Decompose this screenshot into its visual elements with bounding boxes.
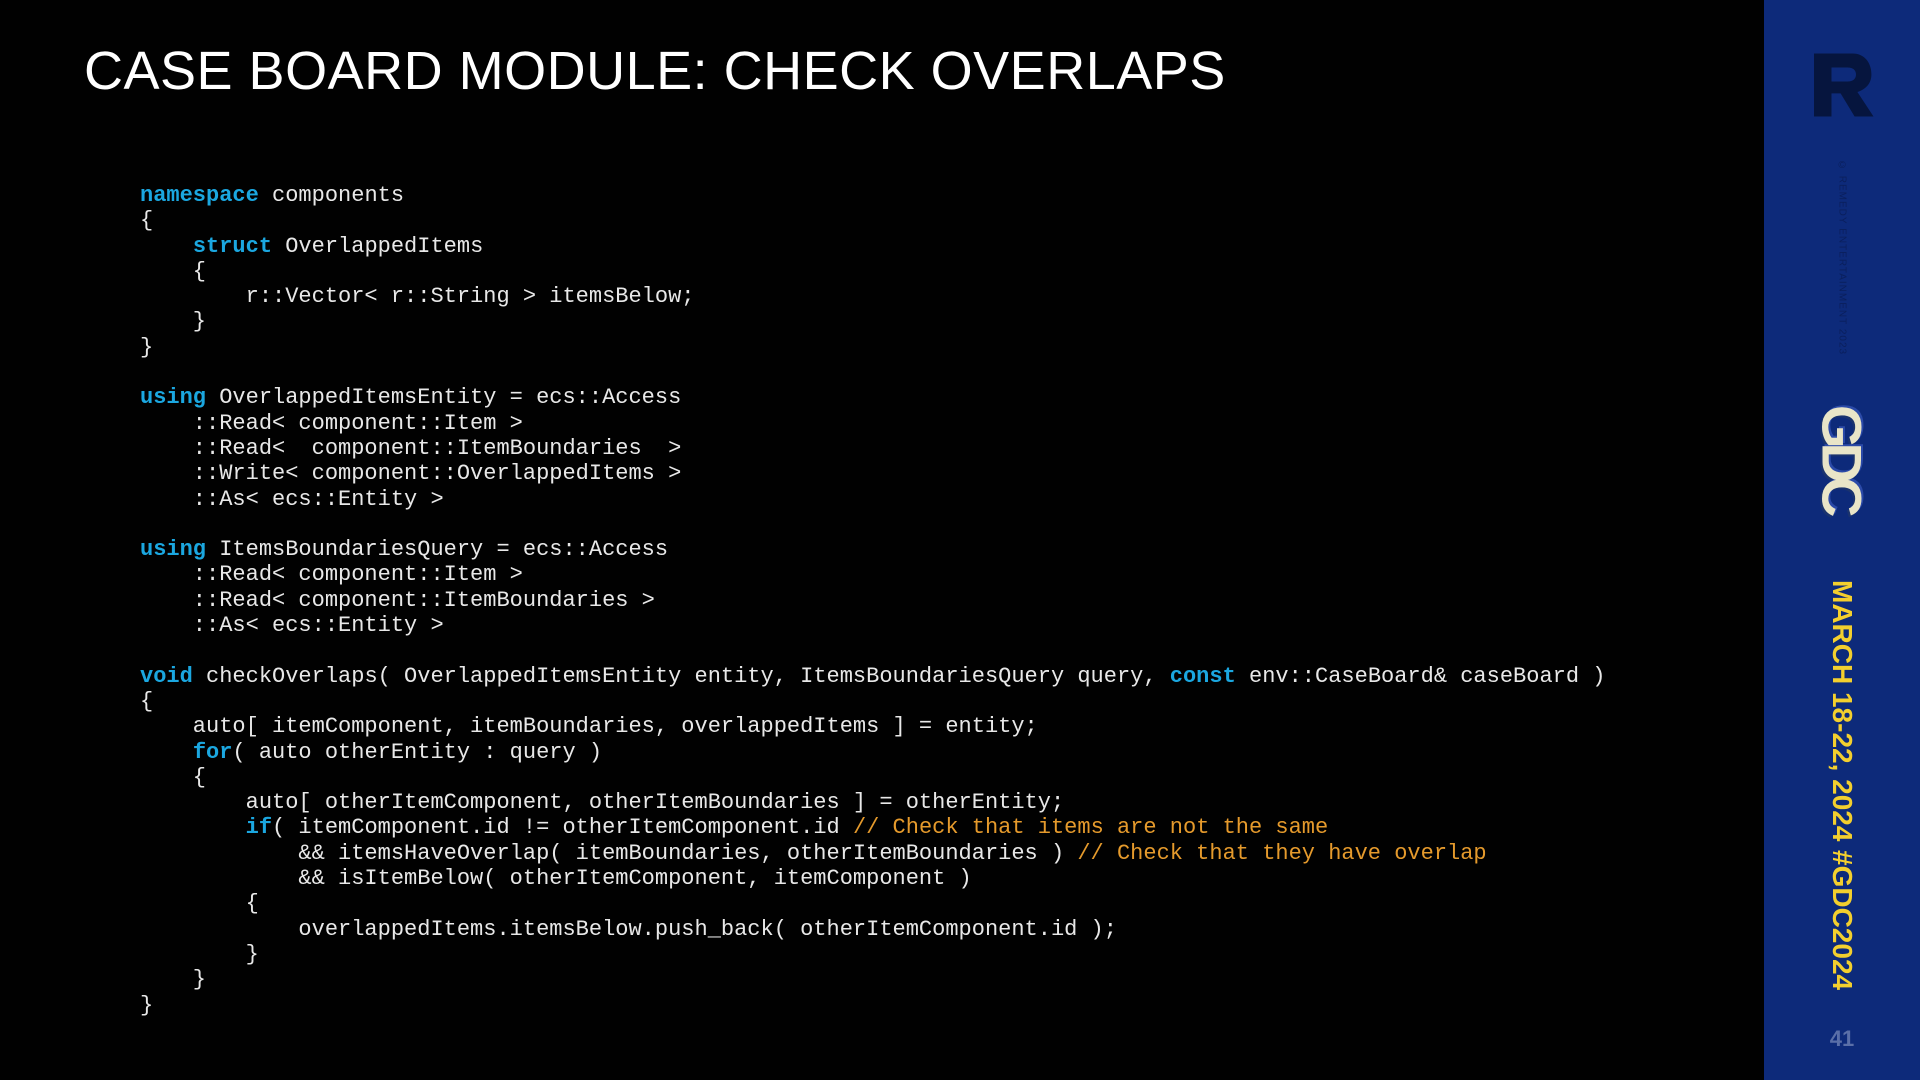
- gdc-logo-text: GDC: [1810, 405, 1875, 511]
- code-text: ::As< ecs::Entity >: [140, 487, 444, 512]
- event-hashtag: #GDC2024: [1826, 850, 1858, 990]
- code-text: components: [259, 183, 404, 208]
- keyword: namespace: [140, 183, 259, 208]
- code-text: [140, 234, 193, 259]
- code-text: env::CaseBoard& caseBoard ): [1236, 664, 1606, 689]
- code-text: checkOverlaps( OverlappedItemsEntity ent…: [193, 664, 1170, 689]
- code-text: && itemsHaveOverlap( itemBoundaries, oth…: [140, 841, 1077, 866]
- code-text: auto[ otherItemComponent, otherItemBound…: [140, 790, 1064, 815]
- code-text: OverlappedItemsEntity = ecs::Access: [206, 385, 681, 410]
- code-text: && isItemBelow( otherItemComponent, item…: [140, 866, 972, 891]
- code-text: ::Read< component::Item >: [140, 562, 523, 587]
- slide-title: CASE BOARD MODULE: CHECK OVERLAPS: [84, 40, 1226, 102]
- code-text: ::As< ecs::Entity >: [140, 613, 444, 638]
- main-area: CASE BOARD MODULE: CHECK OVERLAPS namesp…: [0, 0, 1764, 1080]
- keyword: struct: [193, 234, 272, 259]
- code-text: ::Read< component::Item >: [140, 411, 523, 436]
- code-text: r::Vector< r::String > itemsBelow;: [140, 284, 695, 309]
- code-text: ItemsBoundariesQuery = ecs::Access: [206, 537, 668, 562]
- code-text: }: [140, 309, 206, 334]
- keyword: using: [140, 385, 206, 410]
- code-text: ::Read< component::ItemBoundaries >: [140, 588, 655, 613]
- code-text: }: [140, 993, 153, 1018]
- code-text: overlappedItems.itemsBelow.push_back( ot…: [140, 917, 1117, 942]
- code-text: ::Read< component::ItemBoundaries >: [140, 436, 681, 461]
- code-text: ::Write< component::OverlappedItems >: [140, 461, 681, 486]
- comment: // Check that they have overlap: [1077, 841, 1486, 866]
- code-text: {: [140, 208, 153, 233]
- code-text: auto[ itemComponent, itemBoundaries, ove…: [140, 714, 1038, 739]
- code-text: {: [140, 689, 153, 714]
- code-text: }: [140, 942, 259, 967]
- slide: CASE BOARD MODULE: CHECK OVERLAPS namesp…: [0, 0, 1920, 1080]
- keyword: using: [140, 537, 206, 562]
- sidebar: © REMEDY ENTERTAINMENT 2023 GDC MARCH 18…: [1764, 0, 1920, 1080]
- comment: // Check that items are not the same: [853, 815, 1328, 840]
- page-number: 41: [1830, 1026, 1854, 1052]
- code-text: [140, 815, 246, 840]
- code-text: OverlappedItems: [272, 234, 483, 259]
- code-text: {: [140, 891, 259, 916]
- code-block: namespace components { struct Overlapped…: [140, 183, 1605, 1018]
- remedy-logo-icon: [1807, 50, 1877, 120]
- code-text: ( itemComponent.id != otherItemComponent…: [272, 815, 853, 840]
- code-text: }: [140, 967, 206, 992]
- keyword: const: [1170, 664, 1236, 689]
- event-dates: MARCH 18-22, 2024: [1826, 580, 1858, 841]
- code-text: ( auto otherEntity : query ): [232, 740, 602, 765]
- code-text: {: [140, 259, 206, 284]
- copyright-text: © REMEDY ENTERTAINMENT 2023: [1837, 160, 1848, 355]
- code-text: [140, 740, 193, 765]
- code-text: {: [140, 765, 206, 790]
- keyword: for: [193, 740, 233, 765]
- code-text: }: [140, 335, 153, 360]
- keyword: void: [140, 664, 193, 689]
- keyword: if: [246, 815, 272, 840]
